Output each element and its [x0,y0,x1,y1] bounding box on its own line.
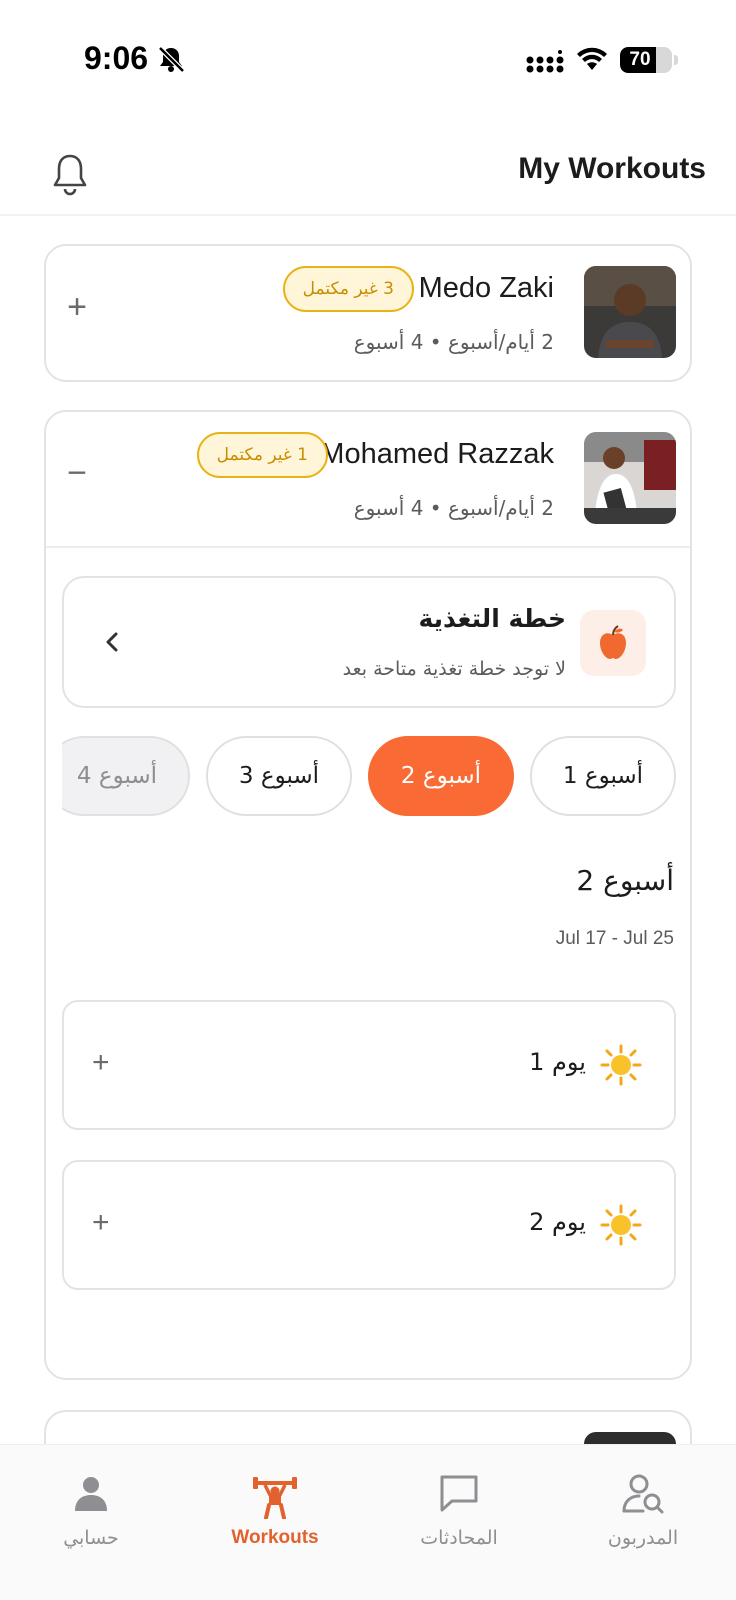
nav-workouts[interactable]: Workouts [200,1445,350,1600]
nav-workouts-label: Workouts [231,1527,319,1548]
tab-week-1[interactable]: أسبوع 1 [530,736,676,816]
week-tabs: أسبوع 1 أسبوع 2 أسبوع 3 أسبوع 4 [62,736,676,818]
sun-icon [600,1044,642,1086]
status-time: 9:06 [84,40,149,76]
day-label: يوم 1 [529,1048,586,1076]
coach-name: Mohamed Razzak [320,438,554,470]
wifi-icon [577,47,607,70]
nav-account[interactable]: حسابي [16,1445,166,1600]
expand-plus-icon[interactable]: + [60,290,94,324]
battery-tip [674,55,678,65]
day-label: يوم 2 [529,1208,586,1236]
coach-avatar [584,432,676,524]
incomplete-badge: 3 غير مكتمل [282,266,414,312]
chevron-left-icon[interactable] [102,630,122,654]
coach-card-expanded: Mohamed Razzak 1 غير مكتمل 2 أيام/أسبوع … [44,410,692,1380]
tab-week-4[interactable]: أسبوع 4 [62,736,190,816]
day-card[interactable]: يوم 1 + [62,1000,676,1130]
weightlifter-icon [253,1477,297,1519]
notification-bell-icon[interactable] [50,152,90,196]
app-header: My Workouts [0,130,736,216]
battery-icon: 70 [620,47,672,73]
apple-icon [580,610,646,676]
nav-account-label: حسابي [63,1527,119,1549]
signal-icon [526,50,564,73]
coach-avatar [584,266,676,358]
divider [46,546,690,548]
nutrition-subtitle: لا توجد خطة تغذية متاحة بعد [342,658,566,680]
status-bar: 9:06 70 [0,0,736,120]
nav-chats[interactable]: المحادثات [384,1445,534,1600]
nav-coaches[interactable]: المدربون [568,1445,718,1600]
sun-icon [600,1204,642,1246]
coach-card[interactable]: Medo Zaki 3 غير مكتمل 2 أيام/أسبوع • 4 أ… [44,244,692,382]
coach-schedule: 2 أيام/أسبوع • 4 أسبوع [353,496,554,520]
day-card[interactable]: يوم 2 + [62,1160,676,1290]
incomplete-badge: 1 غير مكتمل [196,432,328,478]
nav-chats-label: المحادثات [420,1527,498,1549]
bell-off-icon [158,46,185,73]
coach-schedule: 2 أيام/أسبوع • 4 أسبوع [353,330,554,354]
selected-week-title: أسبوع 2 [576,864,674,897]
user-search-icon [622,1474,664,1514]
battery-level: 70 [629,49,651,70]
chat-bubble-icon [440,1475,478,1512]
nutrition-title: خطة التغذية [418,604,567,633]
expand-day-plus-icon[interactable]: + [92,1046,110,1080]
coach-name: Medo Zaki [418,272,554,304]
page-title: My Workouts [518,152,706,185]
user-icon [75,1477,107,1511]
tab-week-3[interactable]: أسبوع 3 [206,736,352,816]
collapse-minus-icon[interactable]: − [60,456,94,490]
bottom-nav: حسابي Workouts المحادثات المدربون [0,1444,736,1600]
nutrition-plan-row[interactable]: خطة التغذية لا توجد خطة تغذية متاحة بعد [62,576,676,708]
tab-week-2[interactable]: أسبوع 2 [368,736,514,816]
expand-day-plus-icon[interactable]: + [92,1206,110,1240]
nav-coaches-label: المدربون [607,1527,679,1549]
selected-week-range: Jul 17 - Jul 25 [555,928,674,949]
